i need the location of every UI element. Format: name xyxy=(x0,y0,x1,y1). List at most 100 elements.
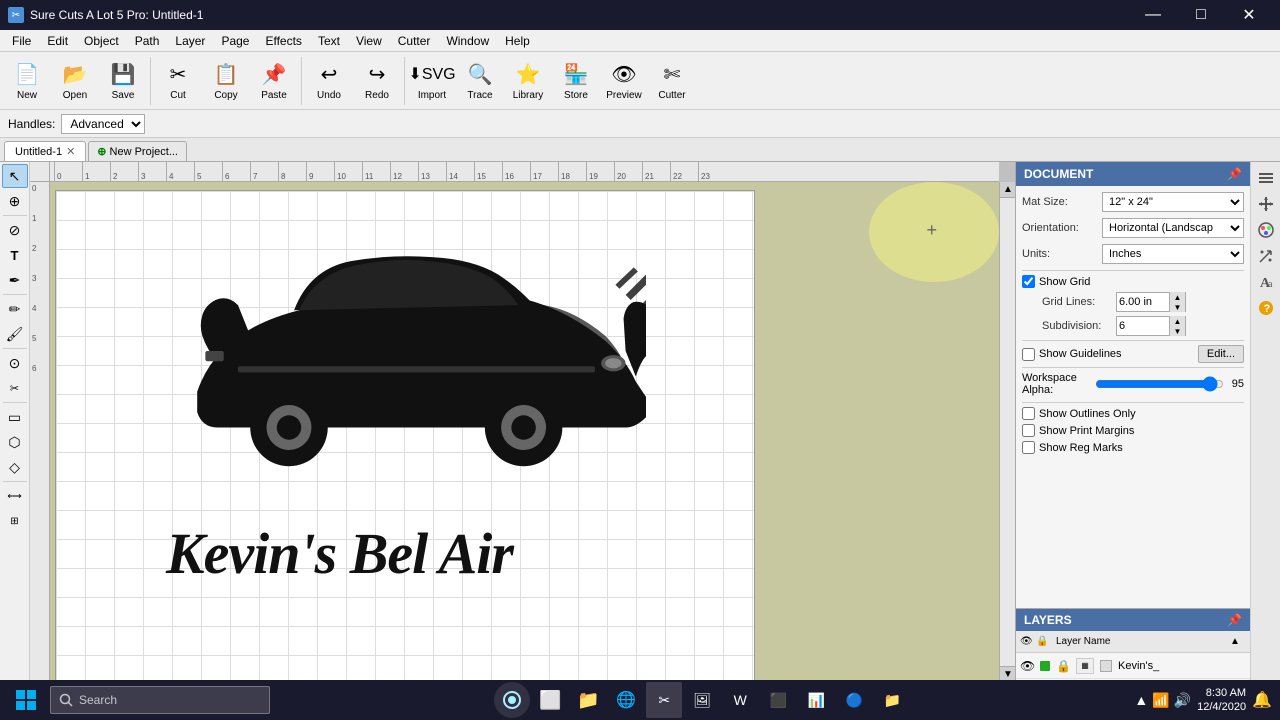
cutter-button[interactable]: ✄ Cutter xyxy=(649,55,695,107)
menu-path[interactable]: Path xyxy=(127,32,168,50)
taskbar-scal[interactable]: ✂ xyxy=(646,682,682,718)
shape-tool[interactable]: ⊕ xyxy=(2,189,28,213)
magic-icon[interactable] xyxy=(1254,244,1278,268)
move-icon[interactable] xyxy=(1254,192,1278,216)
preview-button[interactable]: 👁 Preview xyxy=(601,55,647,107)
menu-object[interactable]: Object xyxy=(76,32,127,50)
menu-page[interactable]: Page xyxy=(213,32,257,50)
pencil-tool[interactable]: ✏ xyxy=(2,297,28,321)
measure-tool[interactable]: ⟷ xyxy=(2,484,28,508)
mat-size-select[interactable]: 12" x 24" 12" x 12" 24" x 24" xyxy=(1102,192,1244,212)
trace-button[interactable]: 🔍 Trace xyxy=(457,55,503,107)
tray-arrow[interactable]: ▲ xyxy=(1134,692,1148,708)
canvas-content[interactable]: Kevin's Bel Air + xyxy=(50,182,999,682)
subdivision-up[interactable]: ▲ xyxy=(1169,316,1185,326)
library-button[interactable]: ⭐ Library xyxy=(505,55,551,107)
save-button[interactable]: 💾 Save xyxy=(100,55,146,107)
menu-effects[interactable]: Effects xyxy=(257,32,309,50)
taskbar-edge[interactable]: 🌐 xyxy=(608,682,644,718)
import-button[interactable]: ⬇SVG Import xyxy=(409,55,455,107)
show-reg-checkbox[interactable] xyxy=(1022,441,1035,454)
menu-layer[interactable]: Layer xyxy=(167,32,213,50)
subdivision-field[interactable] xyxy=(1117,317,1169,335)
menu-cutter[interactable]: Cutter xyxy=(390,32,439,50)
search-box[interactable]: Search xyxy=(50,686,270,714)
circle-tool[interactable]: ⊘ xyxy=(2,218,28,242)
grid-lines-up[interactable]: ▲ xyxy=(1169,292,1185,302)
workspace-alpha-slider[interactable] xyxy=(1095,376,1224,392)
vertical-scrollbar[interactable]: ▲ ▼ xyxy=(999,182,1015,682)
show-outlines-label[interactable]: Show Outlines Only xyxy=(1039,408,1136,420)
pen-tool[interactable]: ✒ xyxy=(2,268,28,292)
menu-help[interactable]: Help xyxy=(497,32,538,50)
node-tool[interactable]: ⊙ xyxy=(2,351,28,375)
diamond-tool[interactable]: ◇ xyxy=(2,455,28,479)
scroll-up-button[interactable]: ▲ xyxy=(1000,182,1015,198)
show-grid-checkbox[interactable] xyxy=(1022,275,1035,288)
paint-tool[interactable]: 🖌 xyxy=(2,322,28,346)
system-clock[interactable]: 8:30 AM 12/4/2020 xyxy=(1197,686,1246,715)
font-icon[interactable]: Aa xyxy=(1254,270,1278,294)
taskbar-file-explorer[interactable]: 📁 xyxy=(570,682,606,718)
taskbar-task-view[interactable]: ⬜ xyxy=(532,682,568,718)
select-tool[interactable]: ↖ xyxy=(2,164,28,188)
help-icon[interactable]: ? xyxy=(1254,296,1278,320)
layers-pin-button[interactable]: 📌 xyxy=(1227,613,1242,627)
tab-untitled-1[interactable]: Untitled-1 ✕ xyxy=(4,141,86,161)
properties-icon[interactable] xyxy=(1254,166,1278,190)
grid-lines-down[interactable]: ▼ xyxy=(1169,302,1185,312)
close-button[interactable]: ✕ xyxy=(1226,0,1272,30)
taskbar-app9[interactable]: 🔵 xyxy=(836,682,872,718)
minimize-button[interactable]: — xyxy=(1130,0,1176,30)
taskbar-app10[interactable]: 📁 xyxy=(874,682,910,718)
grid-lines-field[interactable] xyxy=(1117,293,1169,311)
layer-eye-kevins[interactable]: 👁 xyxy=(1020,659,1036,673)
show-reg-label[interactable]: Show Reg Marks xyxy=(1039,442,1123,454)
show-guidelines-label[interactable]: Show Guidelines xyxy=(1039,348,1122,360)
tray-network[interactable]: 📶 xyxy=(1152,692,1169,709)
menu-edit[interactable]: Edit xyxy=(39,32,76,50)
start-button[interactable] xyxy=(8,682,44,718)
tab-close-button[interactable]: ✕ xyxy=(66,145,75,158)
taskbar-cortana[interactable] xyxy=(494,682,530,718)
tray-volume[interactable]: 🔊 xyxy=(1174,692,1191,709)
edit-guidelines-button[interactable]: Edit... xyxy=(1198,345,1244,363)
show-print-label[interactable]: Show Print Margins xyxy=(1039,425,1134,437)
orientation-select[interactable]: Horizontal (Landscap Vertical (Portrait) xyxy=(1102,218,1244,238)
paste-button[interactable]: 📌 Paste xyxy=(251,55,297,107)
taskbar-photoshop[interactable]: 🖼 xyxy=(684,682,720,718)
handles-select[interactable]: Advanced Basic Custom xyxy=(61,114,145,134)
menu-window[interactable]: Window xyxy=(438,32,497,50)
notification-button[interactable]: 🔔 xyxy=(1252,690,1272,710)
new-button[interactable]: 📄 New xyxy=(4,55,50,107)
layers-scroll-up[interactable]: ▲ xyxy=(1230,636,1240,647)
layer-lock-kevins[interactable]: 🔒 xyxy=(1056,659,1072,673)
new-project-button[interactable]: ⊕ New Project... xyxy=(88,141,187,161)
show-outlines-checkbox[interactable] xyxy=(1022,407,1035,420)
text-tool[interactable]: T xyxy=(2,243,28,267)
scissors-tool[interactable]: ✂ xyxy=(2,376,28,400)
polygon-tool[interactable]: ⬡ xyxy=(2,430,28,454)
show-print-checkbox[interactable] xyxy=(1022,424,1035,437)
units-select[interactable]: Inches Centimeters Millimeters xyxy=(1102,244,1244,264)
redo-button[interactable]: ↪ Redo xyxy=(354,55,400,107)
rectangle-tool[interactable]: ▭ xyxy=(2,405,28,429)
subdivision-down[interactable]: ▼ xyxy=(1169,326,1185,336)
scrollbar-track-v[interactable] xyxy=(1000,198,1015,666)
copy-button[interactable]: 📋 Copy xyxy=(203,55,249,107)
maximize-button[interactable]: □ xyxy=(1178,0,1224,30)
show-guidelines-checkbox[interactable] xyxy=(1022,348,1035,361)
show-grid-label[interactable]: Show Grid xyxy=(1039,276,1090,288)
menu-file[interactable]: File xyxy=(4,32,39,50)
store-button[interactable]: 🏪 Store xyxy=(553,55,599,107)
undo-button[interactable]: ↩ Undo xyxy=(306,55,352,107)
taskbar-word[interactable]: W xyxy=(722,682,758,718)
taskbar-app8[interactable]: 📊 xyxy=(798,682,834,718)
menu-view[interactable]: View xyxy=(348,32,390,50)
grid-tool[interactable]: ⊞ xyxy=(2,509,28,533)
open-button[interactable]: 📂 Open xyxy=(52,55,98,107)
taskbar-app7[interactable]: ⬛ xyxy=(760,682,796,718)
palette-icon[interactable] xyxy=(1254,218,1278,242)
cut-button[interactable]: ✂ Cut xyxy=(155,55,201,107)
layer-item-kevins[interactable]: 👁 🔒 ▦ Kevin's_ xyxy=(1016,653,1250,679)
